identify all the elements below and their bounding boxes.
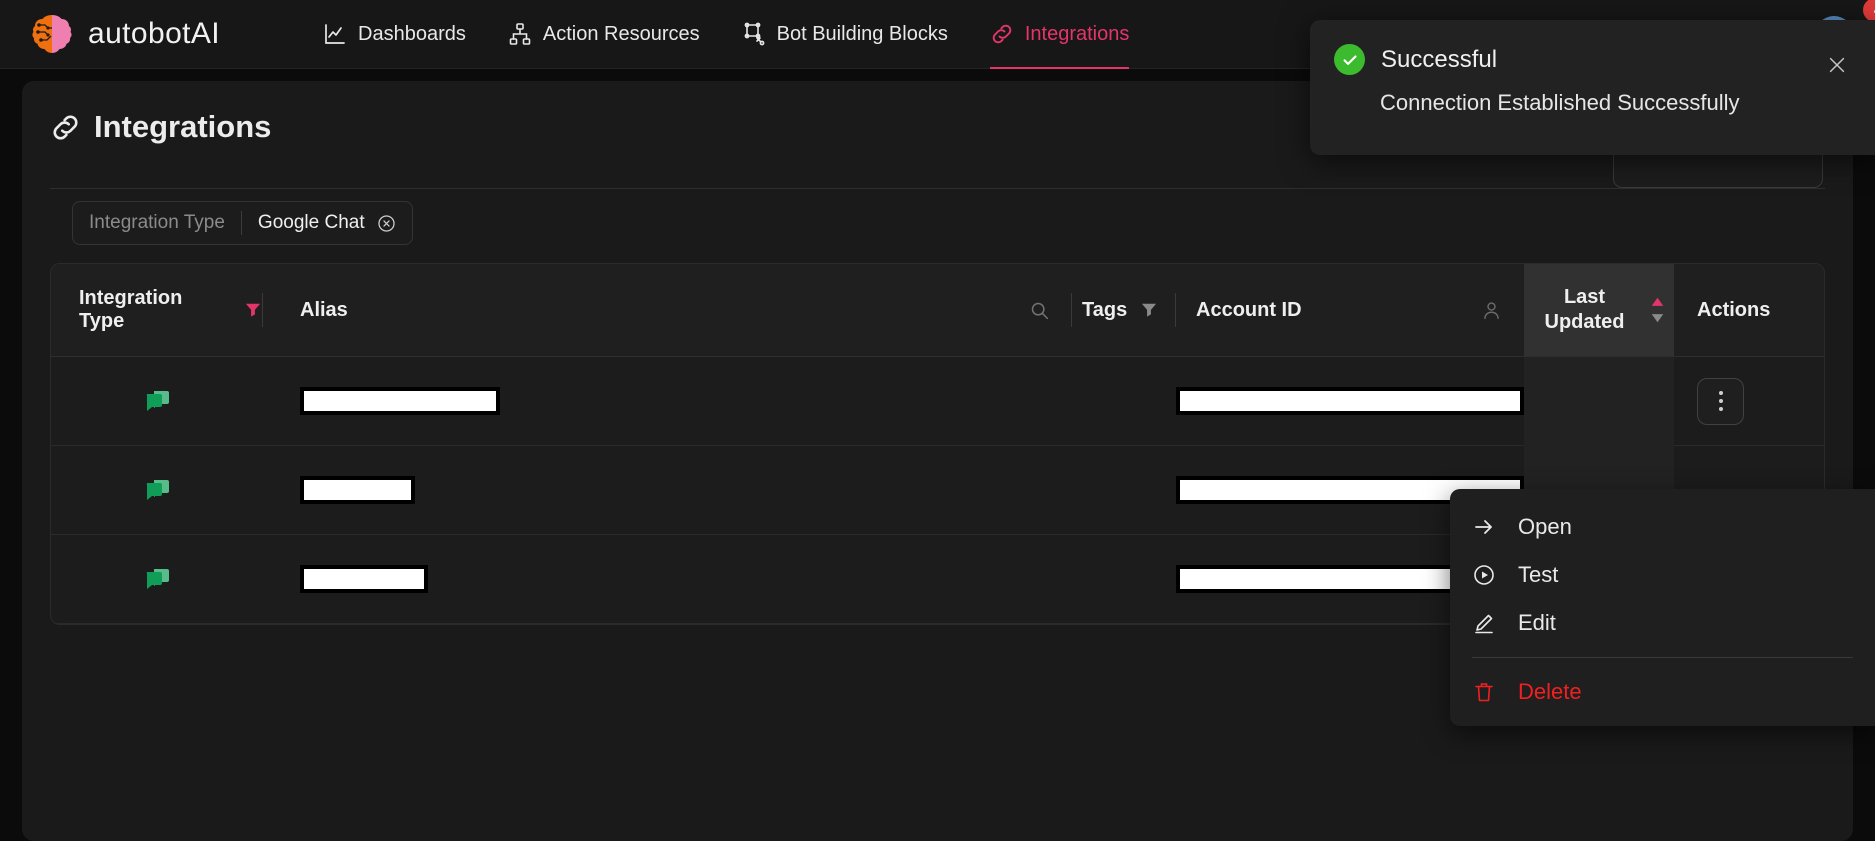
column-header-tags[interactable]: Tags <box>1072 264 1176 356</box>
google-chat-icon <box>143 565 171 593</box>
toast-header: Successful <box>1310 20 1875 75</box>
column-header-account-id[interactable]: Account ID <box>1176 264 1524 356</box>
column-header-alias[interactable]: Alias <box>263 264 1072 356</box>
filter-chips-row: Integration Type Google Chat <box>72 201 413 245</box>
column-header-label: Alias <box>300 299 348 322</box>
table-header-row: Integration Type Alias Tags <box>51 264 1824 357</box>
nav-links: Dashboards Action Resources <box>323 0 1129 69</box>
cell-integration-type <box>51 535 263 624</box>
cell-last-updated <box>1524 357 1674 446</box>
close-icon[interactable] <box>1826 54 1848 76</box>
column-header-actions: Actions <box>1674 264 1824 356</box>
search-icon[interactable] <box>1029 300 1050 321</box>
link-icon <box>50 112 81 143</box>
nav-item-label: Dashboards <box>358 23 466 46</box>
column-header-label: Tags <box>1082 299 1127 322</box>
redacted-value <box>300 565 428 593</box>
nav-item-label: Action Resources <box>543 23 700 46</box>
brand-name: autobotAI <box>88 17 220 51</box>
redacted-value <box>1176 387 1524 415</box>
circle-x-icon[interactable] <box>377 214 396 233</box>
google-chat-icon <box>143 476 171 504</box>
toast-message: Connection Established Successfully <box>1310 75 1875 116</box>
menu-item-test[interactable]: Test <box>1450 551 1875 599</box>
sitemap-icon <box>508 22 532 46</box>
nav-item-bot-building-blocks[interactable]: Bot Building Blocks <box>742 0 948 69</box>
table-row[interactable] <box>51 357 1824 446</box>
sort-arrows-icon[interactable] <box>1649 295 1666 325</box>
link-icon <box>990 22 1014 46</box>
check-circle-icon <box>1334 44 1365 75</box>
bot-blocks-icon <box>742 22 766 46</box>
cell-alias <box>263 446 1072 535</box>
cell-tags <box>1072 446 1176 535</box>
cell-alias <box>263 535 1072 624</box>
brain-logo-icon <box>30 11 76 57</box>
google-chat-icon <box>143 387 171 415</box>
cell-tags <box>1072 357 1176 446</box>
cell-account-id <box>1176 357 1524 446</box>
notification-badge[interactable]: 4+ <box>1863 0 1875 22</box>
integrations-page-card: Integrations Integration Type Google Cha… <box>22 81 1853 841</box>
column-header-label: Last Updated <box>1532 285 1637 335</box>
cell-alias <box>263 357 1072 446</box>
nav-item-integrations[interactable]: Integrations <box>990 0 1130 69</box>
cell-actions <box>1674 357 1824 446</box>
filter-chip-label: Integration Type <box>89 212 241 234</box>
column-header-label: Account ID <box>1196 299 1302 322</box>
brand-logo-area[interactable]: autobotAI <box>30 11 220 57</box>
cell-integration-type <box>51 357 263 446</box>
column-header-label: Actions <box>1697 299 1770 322</box>
pencil-icon <box>1472 611 1496 635</box>
menu-item-label: Test <box>1518 562 1558 588</box>
nav-item-label: Integrations <box>1025 23 1130 46</box>
nav-item-label: Bot Building Blocks <box>777 23 948 46</box>
nav-item-action-resources[interactable]: Action Resources <box>508 0 700 69</box>
toast-title: Successful <box>1381 46 1497 74</box>
nav-item-dashboards[interactable]: Dashboards <box>323 0 466 69</box>
column-header-integration-type[interactable]: Integration Type <box>51 264 263 356</box>
row-actions-menu: Open Test Edit Delete <box>1450 489 1875 726</box>
header-divider <box>50 188 1825 189</box>
menu-item-label: Open <box>1518 514 1572 540</box>
toast-notification: Successful Connection Established Succes… <box>1310 20 1875 155</box>
column-header-label: Integration Type <box>79 287 231 333</box>
cell-integration-type <box>51 446 263 535</box>
cell-tags <box>1072 535 1176 624</box>
filter-chip-integration-type[interactable]: Integration Type Google Chat <box>72 201 413 245</box>
column-header-last-updated[interactable]: Last Updated <box>1524 264 1674 356</box>
menu-item-delete[interactable]: Delete <box>1450 668 1875 716</box>
menu-item-label: Delete <box>1518 679 1582 705</box>
menu-item-label: Edit <box>1518 610 1556 636</box>
person-icon[interactable] <box>1481 299 1502 322</box>
page-title-text: Integrations <box>94 109 271 145</box>
menu-item-open[interactable]: Open <box>1450 503 1875 551</box>
filter-icon[interactable] <box>1139 300 1159 320</box>
filter-icon[interactable] <box>243 300 263 320</box>
kebab-menu-icon[interactable] <box>1697 378 1744 425</box>
menu-item-edit[interactable]: Edit <box>1450 599 1875 647</box>
menu-divider <box>1472 657 1853 658</box>
trash-icon <box>1472 680 1496 704</box>
redacted-value <box>300 387 500 415</box>
arrow-right-icon <box>1472 515 1496 539</box>
play-circle-icon <box>1472 563 1496 587</box>
chart-line-icon <box>323 22 347 46</box>
redacted-value <box>300 476 415 504</box>
filter-chip-value: Google Chat <box>242 212 377 234</box>
